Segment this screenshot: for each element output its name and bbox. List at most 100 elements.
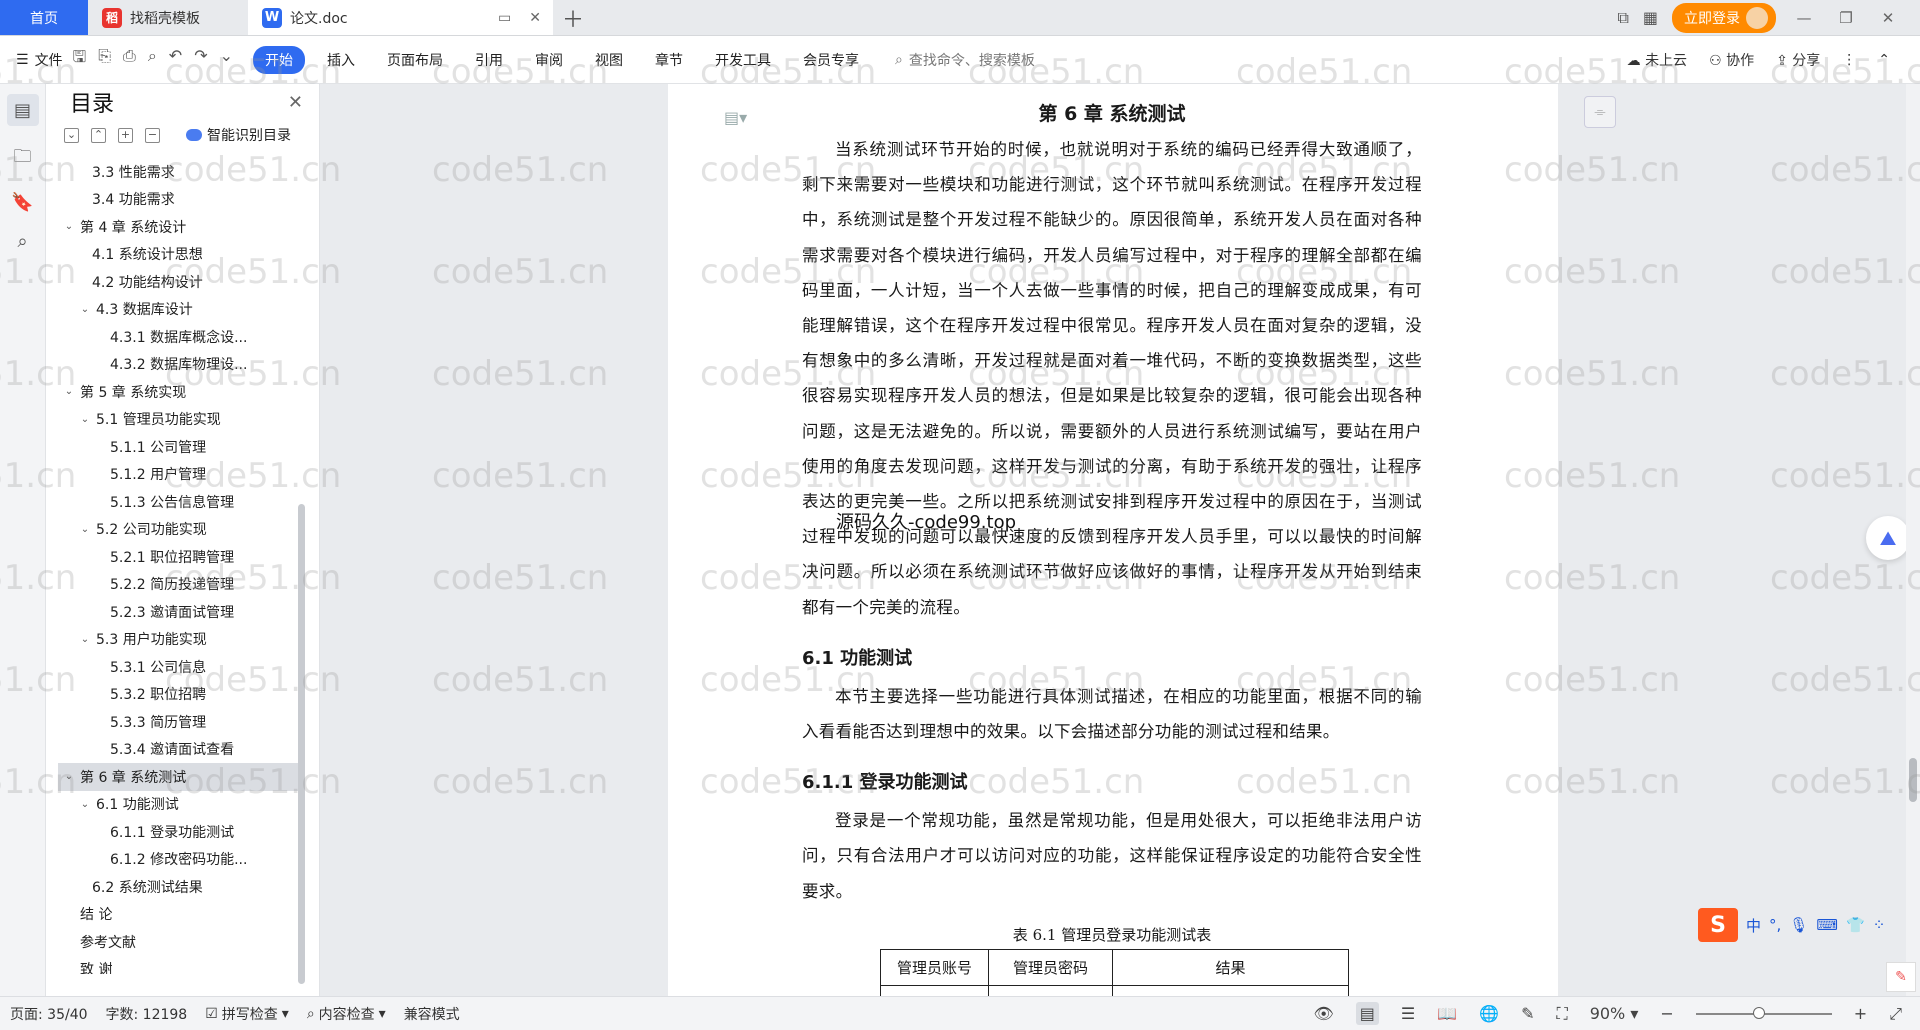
collapse-all-icon[interactable]: ⌃ [91,127,106,143]
toc-item[interactable]: 3.3 性能需求 [58,158,298,186]
find-icon[interactable]: ⌕ [17,231,27,252]
toc-item[interactable]: 5.2.3 邀请面试管理 [58,598,298,626]
menu-insert[interactable]: 插入 [317,46,365,74]
collapse-ribbon-icon[interactable]: ⌃ [1878,52,1890,68]
toc-item[interactable]: 5.3.1 公司信息 [58,653,298,681]
toc-item[interactable]: ⌄ 6.1 功能测试 [58,791,298,819]
save-as-icon[interactable]: ⎘ [98,46,111,73]
login-button[interactable]: 立即登录 [1672,2,1776,33]
toc-item[interactable]: 致 谢 [58,956,298,974]
command-search[interactable]: ⌕ 查找命令、搜索模板 [895,50,1035,70]
chevron-down-icon[interactable]: ⌄ [62,386,76,397]
fullscreen-icon[interactable]: ⤢ [1889,1004,1902,1024]
toc-item[interactable]: ⌄ 5.2 公司功能实现 [58,516,298,544]
toc-item[interactable]: 4.1 系统设计思想 [58,241,298,269]
page-context-icon[interactable]: ▤▾ [724,108,747,127]
toc-item[interactable]: 5.2.1 职位招聘管理 [58,543,298,571]
pen-icon[interactable]: ✎ [1521,1004,1534,1023]
outline-view-icon[interactable]: ☰ [1401,1004,1415,1023]
toc-item[interactable]: 5.1.1 公司管理 [58,433,298,461]
fit-page-icon[interactable]: ⛶ [1556,1004,1567,1024]
toc-item[interactable]: 5.1.2 用户管理 [58,461,298,489]
share-button[interactable]: ⇪ 分享 [1776,50,1820,70]
keyboard-icon[interactable]: ⌨ [1816,916,1838,934]
collaborate-button[interactable]: ⚇ 协作 [1709,50,1754,70]
chevron-down-icon[interactable]: ⌄ [78,414,92,425]
tab-home[interactable]: 首页 [0,0,88,35]
toc-item[interactable]: ⌄ 5.3 用户功能实现 [58,626,298,654]
toc-item[interactable]: 5.3.4 邀请面试查看 [58,736,298,764]
toc-item[interactable]: 4.2 功能结构设计 [58,268,298,296]
spell-check-button[interactable]: ☑ 拼写检查 ▾ [205,1004,289,1024]
zoom-out-icon[interactable]: − [1660,1004,1673,1023]
undo-icon[interactable]: ↶ [169,46,182,73]
file-menu[interactable]: ☰ 文件 [16,50,63,70]
toc-item[interactable]: 4.3.2 数据库物理设... [58,351,298,379]
toc-item[interactable]: 6.1.1 登录功能测试 [58,818,298,846]
menu-page-layout[interactable]: 页面布局 [377,46,453,74]
tab-find-template[interactable]: 稻 找稻壳模板 [88,0,248,35]
bookmark-icon[interactable]: 🔖 [11,192,33,213]
toc-item[interactable]: 参考文献 [58,928,298,956]
toc-item[interactable]: 6.2 系统测试结果 [58,873,298,901]
zoom-slider[interactable] [1695,1006,1832,1019]
cloud-status-button[interactable]: ☁ 未上云 [1627,50,1687,70]
ime-language[interactable]: 中 [1746,915,1761,936]
toc-item[interactable]: ⌄ 第 4 章 系统设计 [58,213,298,241]
chevron-down-icon[interactable]: ⌄ [78,524,92,535]
expand-all-icon[interactable]: ⌄ [64,127,79,143]
chevron-down-icon[interactable]: ⌄ [78,799,92,810]
chevron-down-icon[interactable]: ⌄ [78,304,92,315]
content-check-button[interactable]: ⌕ 内容检查 ▾ [307,1004,386,1024]
zoom-in-icon[interactable]: + [1854,1004,1867,1023]
toc-item[interactable]: 5.1.3 公告信息管理 [58,488,298,516]
redo-icon[interactable]: ↷ [194,46,207,73]
reading-view-icon[interactable]: 📖 [1437,1004,1457,1023]
print-icon[interactable]: ⎙ [123,46,136,73]
eye-protection-icon[interactable]: 👁 [1313,1004,1333,1023]
quick-access-more-icon[interactable]: ⌄ [220,46,233,73]
new-tab-button[interactable]: ＋ [553,0,593,35]
toc-item[interactable]: 4.3.1 数据库概念设... [58,323,298,351]
toc-item[interactable]: 3.4 功能需求 [58,186,298,214]
toc-scrollbar[interactable] [298,504,305,984]
restore-icon[interactable]: ❐ [1832,9,1860,27]
zoom-slider-knob[interactable] [1752,1006,1765,1019]
menu-start[interactable]: 开始 [253,45,306,74]
close-icon[interactable]: ✕ [288,92,303,113]
menu-references[interactable]: 引用 [465,46,513,74]
scroll-thumb[interactable] [1909,758,1917,802]
menu-member[interactable]: 会员专享 [793,46,869,74]
menu-section[interactable]: 章节 [645,46,693,74]
page-indicator[interactable]: 页面: 35/40 [10,1004,88,1024]
document-page[interactable]: ▤▾ 第 6 章 系统测试 当系统测试环节开始的时候，也就说明对于系统的编码已经… [668,84,1558,996]
chevron-down-icon[interactable]: ⌄ [62,771,76,782]
menu-view[interactable]: 视图 [585,46,633,74]
layout-switch-icon[interactable]: ⧉ [1617,8,1628,28]
ime-apps-icon[interactable]: ⁘ [1873,916,1886,934]
chevron-down-icon[interactable]: ⌄ [62,221,76,232]
toc-item[interactable]: 6.1.2 修改密码功能... [58,846,298,874]
zoom-level[interactable]: 90% ▾ [1590,1004,1639,1023]
more-options-icon[interactable]: ⋮ [1842,52,1856,68]
tab-pin-icon[interactable]: ▭ [498,10,511,26]
remove-level-icon[interactable]: − [145,127,160,143]
menu-review[interactable]: 审阅 [525,46,573,74]
toc-panel-icon[interactable]: ▤ [6,94,39,126]
skin-icon[interactable]: 👕 [1846,916,1865,934]
page-view-icon[interactable]: ▤ [1355,1002,1379,1025]
web-view-icon[interactable]: 🌐 [1479,1004,1499,1023]
chapter-nav-icon[interactable]: 🗀 [14,144,32,174]
apps-grid-icon[interactable]: ▦ [1643,8,1658,27]
microphone-icon[interactable]: 🎙 [1789,916,1808,934]
add-level-icon[interactable]: + [118,127,133,143]
vertical-scrollbar[interactable] [1906,84,1920,996]
smart-toc-button[interactable]: 智能识别目录 [186,125,291,145]
close-window-icon[interactable]: ✕ [1874,9,1902,27]
sogou-ime-icon[interactable]: S [1698,908,1738,942]
tab-close-icon[interactable]: ✕ [529,10,541,26]
chevron-down-icon[interactable]: ⌄ [78,634,92,645]
toc-item[interactable]: ⌄ 第 5 章 系统实现 [58,378,298,406]
minimize-icon[interactable]: — [1790,9,1818,27]
format-panel-toggle-icon[interactable]: ⌯ [1584,96,1616,128]
